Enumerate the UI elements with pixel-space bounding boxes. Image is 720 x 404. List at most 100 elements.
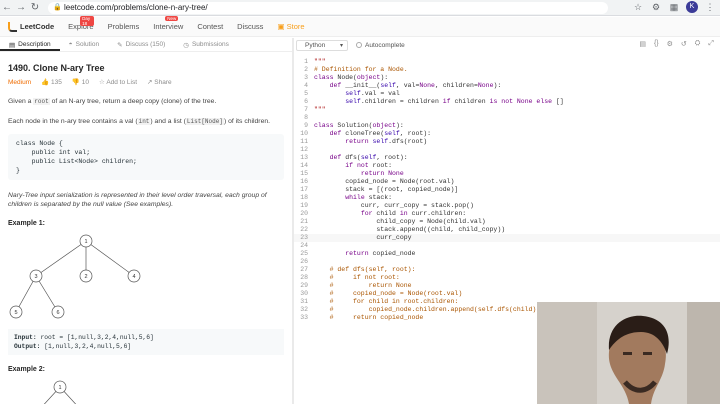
code-line[interactable]: 8 xyxy=(294,114,720,122)
code-text[interactable]: """ xyxy=(314,106,326,114)
code-line[interactable]: 22 stack.append((child, child_copy)) xyxy=(294,226,720,234)
autocomplete-toggle[interactable]: Autocomplete xyxy=(356,42,405,49)
code-line[interactable]: 28 # if not root: xyxy=(294,274,720,282)
code-line[interactable]: 30 # copied_node = Node(root.val) xyxy=(294,290,720,298)
dislike-button[interactable]: 👎 10 xyxy=(72,78,89,86)
line-number: 26 xyxy=(300,258,308,265)
share-button[interactable]: ↗ Share xyxy=(147,78,172,86)
code-text[interactable]: while stack: xyxy=(314,194,392,202)
code-line[interactable]: 25 return copied_node xyxy=(294,250,720,258)
back-icon[interactable]: ← xyxy=(0,1,14,15)
code-text[interactable]: """ xyxy=(314,58,326,66)
address-bar[interactable]: 🔒 leetcode.com/problems/clone-n-ary-tree… xyxy=(48,2,608,14)
code-line[interactable]: 13 def dfs(self, root): xyxy=(294,154,720,162)
nav-interview[interactable]: Interview New xyxy=(153,16,183,31)
code-line[interactable]: 18 while stack: xyxy=(294,194,720,202)
code-text[interactable]: for child in curr.children: xyxy=(314,210,466,218)
nav-explore[interactable]: Explore Day 18 xyxy=(68,16,94,31)
reset-icon[interactable]: ↺ xyxy=(681,40,687,48)
code-text[interactable]: def __init__(self, val=None, children=No… xyxy=(314,82,502,90)
code-line[interactable]: 23 curr_copy xyxy=(294,234,720,242)
forward-icon[interactable]: → xyxy=(14,1,28,15)
code-line[interactable]: 17 stack = [(root, copied_node)] xyxy=(294,186,720,194)
code-line[interactable]: 10 def cloneTree(self, root): xyxy=(294,130,720,138)
code-text[interactable]: # return copied_node xyxy=(314,314,424,322)
extensions-icon[interactable]: ⚙ xyxy=(650,2,662,13)
code-line[interactable]: 6 self.children = children if children i… xyxy=(294,98,720,106)
nav-contest[interactable]: Contest xyxy=(197,22,223,31)
code-line[interactable]: 5 self.val = val xyxy=(294,90,720,98)
code-text[interactable]: curr, curr_copy = stack.pop() xyxy=(314,202,474,210)
like-button[interactable]: 👍 135 xyxy=(41,78,62,86)
nav-discuss[interactable]: Discuss xyxy=(237,22,263,31)
code-line[interactable]: 3 class Node(object): xyxy=(294,74,720,82)
debug-icon[interactable]: ⚙ xyxy=(667,40,673,48)
code-line[interactable]: 15 return None xyxy=(294,170,720,178)
code-text[interactable]: child_copy = Node(child.val) xyxy=(314,218,485,226)
fullscreen-icon[interactable]: ⤢ xyxy=(708,40,714,48)
tab-description[interactable]: ▤ Description xyxy=(0,38,60,51)
code-text[interactable]: class Node(object): xyxy=(314,74,388,82)
code-line[interactable]: 7 """ xyxy=(294,106,720,114)
braces-icon[interactable]: {} xyxy=(654,40,659,48)
code-text[interactable]: class Solution(object): xyxy=(314,122,404,130)
code-text[interactable]: return self.dfs(root) xyxy=(314,138,427,146)
profile-avatar[interactable]: K xyxy=(686,1,698,13)
code-line[interactable]: 16 copied_node = Node(root.val) xyxy=(294,178,720,186)
line-number: 24 xyxy=(300,242,308,249)
add-to-list-button[interactable]: ☆ Add to List xyxy=(99,78,137,86)
notes-icon[interactable]: ▤ xyxy=(639,40,646,48)
code-text[interactable]: # copied_node = Node(root.val) xyxy=(314,290,463,298)
star-icon[interactable]: ☆ xyxy=(632,2,644,13)
code-text[interactable]: # return None xyxy=(314,282,412,290)
code-text[interactable]: self.val = val xyxy=(314,90,400,98)
code-text[interactable]: # copied_node.children.append(self.dfs(c… xyxy=(314,306,541,314)
desc2-text-a: Each node in the n-ary tree contains a v… xyxy=(8,118,138,125)
nav-problems[interactable]: Problems xyxy=(108,22,140,31)
menu-icon[interactable]: ⋮ xyxy=(704,2,716,13)
code-line[interactable]: 12 xyxy=(294,146,720,154)
code-text[interactable]: def cloneTree(self, root): xyxy=(314,130,431,138)
code-text[interactable]: curr_copy xyxy=(314,234,411,242)
language-select[interactable]: Python ▾ xyxy=(296,39,348,51)
nav-store[interactable]: ▣ Store xyxy=(277,22,304,31)
code-line[interactable]: 24 xyxy=(294,242,720,250)
code-text[interactable]: # if not root: xyxy=(314,274,400,282)
code-text[interactable]: stack.append((child, child_copy)) xyxy=(314,226,505,234)
code-text[interactable]: # Definition for a Node. xyxy=(314,66,408,74)
code-text[interactable]: return None xyxy=(314,170,404,178)
code-line[interactable]: 19 curr, curr_copy = stack.pop() xyxy=(294,202,720,210)
code-line[interactable]: 1 """ xyxy=(294,58,720,66)
tab-discuss[interactable]: ✎ Discuss (150) xyxy=(108,38,174,51)
line-number: 11 xyxy=(300,138,308,145)
code-line[interactable]: 11 return self.dfs(root) xyxy=(294,138,720,146)
code-text[interactable]: if not root: xyxy=(314,162,392,170)
code-text[interactable]: # def dfs(self, root): xyxy=(314,266,416,274)
code-text[interactable]: self.children = children if children is … xyxy=(314,98,564,106)
code-text[interactable]: stack = [(root, copied_node)] xyxy=(314,186,458,194)
code-line[interactable]: 14 if not root: xyxy=(294,162,720,170)
code-line[interactable]: 20 for child in curr.children: xyxy=(294,210,720,218)
code-line[interactable]: 21 child_copy = Node(child.val) xyxy=(294,218,720,226)
code-text[interactable]: # for child in root.children: xyxy=(314,298,459,306)
description-paragraph-2: Each node in the n-ary tree contains a v… xyxy=(8,117,284,126)
code-line[interactable]: 29 # return None xyxy=(294,282,720,290)
code-line[interactable]: 9 class Solution(object): xyxy=(294,122,720,130)
code-text[interactable]: copied_node = Node(root.val) xyxy=(314,178,454,186)
code-line[interactable]: 4 def __init__(self, val=None, children=… xyxy=(294,82,720,90)
reload-icon[interactable]: ↻ xyxy=(28,1,42,15)
code-text[interactable]: return copied_node xyxy=(314,250,415,258)
code-line[interactable]: 26 xyxy=(294,258,720,266)
code-line[interactable]: 27 # def dfs(self, root): xyxy=(294,266,720,274)
leetcode-logo[interactable]: LeetCode xyxy=(8,21,55,32)
code-text[interactable]: def dfs(self, root): xyxy=(314,154,408,162)
editor-toolbar: Python ▾ Autocomplete ▤ {} ⚙ ↺ ⛭ ⤢ xyxy=(294,38,720,52)
settings-icon[interactable]: ⛭ xyxy=(695,40,701,48)
tab-submissions[interactable]: ◷ Submissions xyxy=(174,38,238,51)
puzzle-icon[interactable]: ▦ xyxy=(668,2,680,13)
logo-text: LeetCode xyxy=(20,22,55,31)
tab-solution[interactable]: ◓ Solution xyxy=(60,38,108,51)
tree-node-label: 4 xyxy=(132,274,135,280)
line-number: 9 xyxy=(304,122,308,129)
code-line[interactable]: 2 # Definition for a Node. xyxy=(294,66,720,74)
